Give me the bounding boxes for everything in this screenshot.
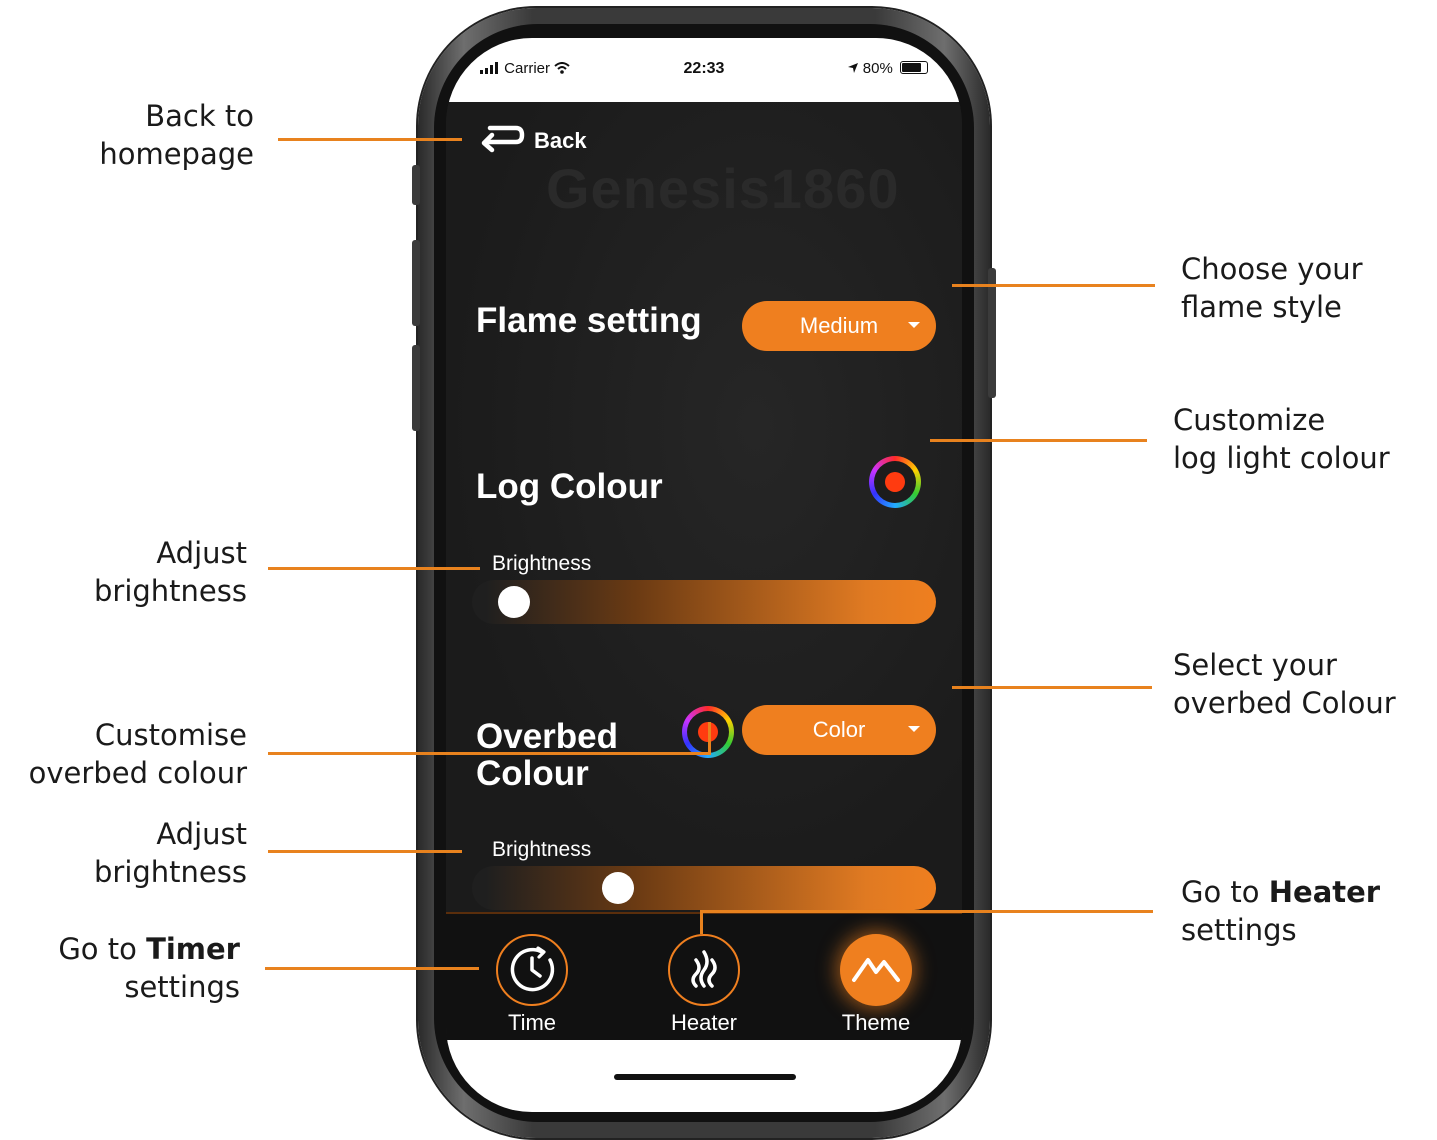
back-label: Back	[534, 128, 587, 153]
annotation-line-back	[278, 138, 462, 141]
log-brightness-handle[interactable]	[497, 586, 530, 618]
annotation-heater: Go to Heater settings	[1181, 875, 1381, 947]
log-color-picker-icon[interactable]	[869, 456, 921, 508]
annotation-flame: Choose your flame style	[1181, 252, 1363, 324]
tab-heater[interactable]: Heater	[618, 914, 790, 1042]
tab-heater-label: Heater	[670, 1010, 738, 1035]
overbed-brightness-label: Brightness	[492, 838, 592, 861]
mute-switch	[412, 165, 420, 205]
flame-setting-value: Medium	[799, 313, 879, 338]
annotation-line-brightness-2	[268, 850, 462, 853]
annotation-line-overbed-custom-v	[708, 722, 711, 755]
annotation-line-heater-v	[700, 910, 703, 934]
clock-icon	[496, 934, 568, 1006]
mountain-icon	[840, 934, 912, 1006]
location-arrow-icon	[847, 60, 863, 77]
tab-theme[interactable]: Theme	[790, 914, 962, 1042]
battery-icon	[900, 61, 928, 74]
annotation-overbed-select: Select your overbed Colour	[1173, 648, 1396, 720]
annotation-line-timer	[265, 967, 479, 970]
power-button	[988, 268, 996, 398]
annotation-line-log-colour	[930, 439, 1147, 442]
overbed-colour-value: Color	[812, 717, 866, 742]
flame-setting-dropdown[interactable]: Medium	[742, 301, 936, 351]
caret-down-icon	[908, 726, 920, 732]
volume-down-button	[412, 345, 420, 431]
annotation-brightness-2: Adjust brightness	[94, 817, 247, 889]
overbed-label-line2: Colour	[476, 754, 589, 793]
home-indicator-area	[446, 1040, 962, 1112]
annotation-line-overbed-custom-h	[268, 752, 711, 755]
overbed-brightness-handle[interactable]	[601, 872, 634, 904]
annotation-line-brightness-1	[268, 567, 480, 570]
overbed-brightness-slider[interactable]	[472, 866, 936, 910]
back-button[interactable]: Back	[478, 122, 587, 160]
log-brightness-label: Brightness	[492, 552, 592, 575]
tab-time[interactable]: Time	[446, 914, 618, 1042]
home-indicator[interactable]	[614, 1074, 796, 1080]
log-color-dot	[885, 472, 905, 492]
overbed-label-line1: Overbed	[476, 717, 618, 756]
battery-percent: 80%	[862, 60, 893, 77]
annotation-line-heater-h	[700, 910, 1153, 913]
tab-time-label: Time	[507, 1010, 557, 1035]
heat-waves-icon	[668, 934, 740, 1006]
overbed-colour-dropdown[interactable]: Color	[742, 705, 936, 755]
annotation-back: Back to homepage	[99, 99, 254, 171]
annotation-log-colour: Customize log light colour	[1173, 403, 1390, 475]
annotation-overbed-custom: Customise overbed colour	[28, 718, 247, 790]
tab-bar: Time Heater Theme	[446, 912, 962, 1042]
return-arrow-icon	[478, 122, 526, 160]
phone-screen: Carrier 22:33 80% Back Genesis1860 Flame…	[446, 38, 962, 1112]
annotation-brightness-1: Adjust brightness	[94, 536, 247, 608]
annotation-line-overbed-select	[952, 686, 1152, 689]
tab-theme-label: Theme	[841, 1010, 911, 1035]
log-colour-label: Log Colour	[476, 467, 663, 506]
battery-info: 80%	[847, 60, 928, 77]
flame-setting-label: Flame setting	[476, 301, 702, 340]
status-bar: Carrier 22:33 80%	[446, 38, 962, 102]
volume-up-button	[412, 240, 420, 326]
annotation-timer: Go to Timer settings	[58, 932, 240, 1004]
overbed-colour-label: Overbed Colour	[476, 718, 618, 792]
log-brightness-slider[interactable]	[472, 580, 936, 624]
app-content: Back Genesis1860 Flame setting Medium Lo…	[446, 102, 962, 912]
caret-down-icon	[908, 322, 920, 328]
annotation-line-flame	[952, 284, 1155, 287]
brand-watermark: Genesis1860	[546, 157, 900, 220]
